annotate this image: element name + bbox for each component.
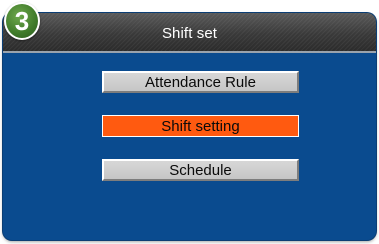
menu-item-schedule[interactable]: Schedule <box>102 159 299 181</box>
step-number-badge: 3 <box>4 2 40 40</box>
step-number: 3 <box>14 6 30 36</box>
menu-item-shift-setting[interactable]: Shift setting <box>102 115 299 137</box>
menu-item-label: Shift setting <box>161 117 240 135</box>
menu-item-label: Attendance Rule <box>145 73 256 91</box>
device-screen: Shift set Attendance Rule Shift setting … <box>3 13 376 240</box>
window-title: Shift set <box>161 25 218 42</box>
menu-item-attendance-rule[interactable]: Attendance Rule <box>102 71 299 93</box>
title-bar: Shift set <box>3 13 376 53</box>
menu-item-label: Schedule <box>169 161 232 179</box>
